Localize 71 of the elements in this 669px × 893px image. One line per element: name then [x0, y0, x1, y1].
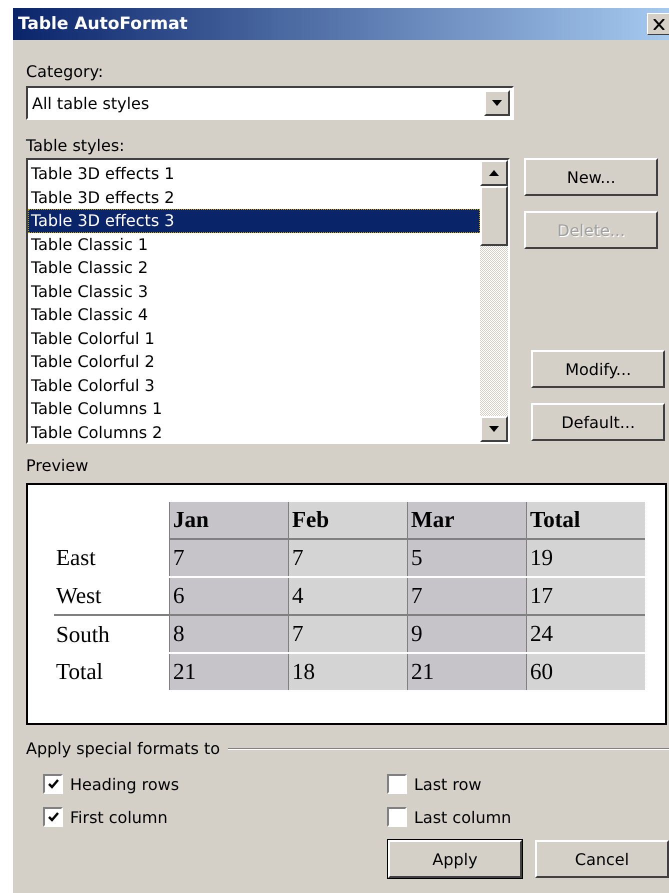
checkbox[interactable] — [387, 774, 407, 794]
row-heading: Total — [54, 653, 170, 690]
style-item[interactable]: Table Columns 1 — [28, 397, 480, 420]
option-label: Heading rows — [70, 774, 180, 794]
scrollbar[interactable] — [480, 160, 508, 442]
special-formats-label: Apply special formats to — [26, 739, 220, 759]
category-value: All table styles — [31, 94, 150, 112]
dialog-button[interactable]: Cancel — [535, 840, 669, 878]
style-item[interactable]: Table 3D effects 2 — [28, 186, 480, 209]
style-item[interactable]: Table Classic 1 — [28, 232, 480, 256]
up-arrow-icon — [489, 170, 500, 176]
dialog-button[interactable]: Apply — [388, 840, 522, 878]
table-cell: 21 — [170, 653, 288, 690]
checkbox[interactable] — [43, 807, 63, 827]
style-item[interactable]: Table 3D effects 3 — [28, 209, 480, 232]
style-item[interactable]: Table Colorful 2 — [28, 350, 480, 374]
style-item[interactable]: Table Columns 2 — [28, 420, 480, 444]
style-button[interactable]: Modify... — [531, 350, 666, 388]
column-heading: Feb — [288, 502, 408, 539]
table-cell: 7 — [170, 539, 288, 577]
table-cell: 18 — [288, 653, 408, 690]
style-item[interactable]: Table Classic 3 — [28, 280, 480, 303]
table-cell: 8 — [170, 615, 288, 653]
format-option[interactable]: Last row — [387, 774, 669, 794]
scroll-down-button[interactable] — [480, 416, 508, 442]
style-button[interactable]: New... — [524, 158, 658, 196]
style-item[interactable]: Table Colorful 1 — [28, 326, 480, 350]
table-cell: 5 — [408, 539, 526, 577]
option-label: Last column — [414, 808, 512, 826]
option-label: First column — [70, 808, 168, 826]
dropdown-button[interactable] — [484, 90, 510, 116]
format-option[interactable]: Heading rows — [43, 774, 387, 794]
style-item[interactable]: Table Colorful 3 — [28, 374, 480, 397]
column-heading: Total — [526, 502, 645, 539]
caret-icon — [492, 100, 502, 106]
check-icon — [48, 812, 58, 822]
table-cell: 6 — [170, 577, 288, 615]
table-cell: 60 — [526, 653, 645, 690]
table-cell: 17 — [526, 577, 645, 615]
preview-label: Preview — [26, 456, 90, 476]
scroll-up-button[interactable] — [480, 160, 508, 186]
format-option[interactable]: Last column — [387, 807, 669, 827]
close-button[interactable] — [647, 13, 669, 35]
option-label: Last row — [414, 774, 482, 794]
table-cell: 7 — [408, 577, 526, 615]
table-cell: 19 — [526, 539, 645, 577]
style-item[interactable]: Table Classic 2 — [28, 256, 480, 280]
scroll-thumb[interactable] — [480, 186, 508, 246]
style-item[interactable]: Table Classic 4 — [28, 303, 480, 326]
format-option[interactable]: First column — [43, 807, 387, 827]
category-label: Category: — [26, 62, 104, 82]
column-heading: Mar — [408, 502, 526, 539]
row-heading: East — [54, 539, 170, 577]
table-cell: 4 — [288, 577, 408, 615]
down-arrow-icon — [489, 426, 500, 432]
category-dropdown[interactable]: All table styles — [26, 86, 514, 120]
column-heading: Jan — [170, 502, 288, 539]
table-cell: 9 — [408, 615, 526, 653]
table-cell: 24 — [526, 615, 645, 653]
checkbox[interactable] — [387, 807, 407, 827]
row-heading: South — [54, 615, 170, 653]
checkbox[interactable] — [43, 774, 63, 794]
style-button[interactable]: Default... — [531, 403, 666, 441]
window-title: Table AutoFormat — [18, 14, 188, 34]
table-styles-label: Table styles: — [26, 136, 126, 156]
style-item[interactable]: Table 3D effects 1 — [28, 162, 480, 186]
table-cell: 21 — [408, 653, 526, 690]
close-icon — [653, 18, 665, 30]
table-cell: 7 — [288, 539, 408, 577]
check-icon — [48, 779, 58, 789]
table-cell: 7 — [288, 615, 408, 653]
